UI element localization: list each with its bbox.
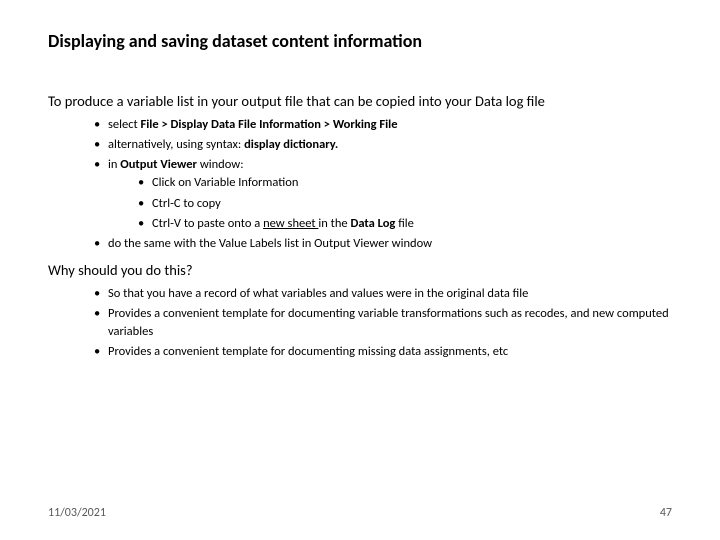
list-item: alternatively, using syntax: display dic… <box>94 136 672 154</box>
bullet-list-2: So that you have a record of what variab… <box>48 285 672 362</box>
text: in <box>108 157 120 172</box>
page-title: Displaying and saving dataset content in… <box>48 30 672 52</box>
text-underline: new sheet <box>263 216 318 231</box>
list-item: do the same with the Value Labels list i… <box>94 235 672 253</box>
text: window: <box>200 157 244 172</box>
footer-page-number: 47 <box>660 506 672 520</box>
list-item: Click on Variable Information <box>138 174 672 192</box>
text: in the <box>318 216 350 231</box>
list-item: Ctrl-V to paste onto a new sheet in the … <box>138 215 672 233</box>
text-bold: Data Log <box>350 216 398 231</box>
list-item: Provides a convenient template for docum… <box>94 343 672 361</box>
list-item: So that you have a record of what variab… <box>94 285 672 303</box>
list-item: Ctrl-C to copy <box>138 195 672 213</box>
footer-date: 11/03/2021 <box>48 506 106 520</box>
text-bold: display dictionary. <box>244 137 338 152</box>
slide: Displaying and saving dataset content in… <box>0 0 720 540</box>
question-heading: Why should you do this? <box>48 261 672 279</box>
bullet-list-1: select File > Display Data File Informat… <box>48 116 672 253</box>
list-item: in Output Viewer window: Click on Variab… <box>94 156 672 233</box>
bullet-list-nested: Click on Variable Information Ctrl-C to … <box>108 174 672 232</box>
lead-paragraph: To produce a variable list in your outpu… <box>48 92 672 110</box>
text: alternatively, using syntax: <box>108 137 244 152</box>
list-item: Provides a convenient template for docum… <box>94 305 672 341</box>
text-bold: Output Viewer <box>120 157 200 172</box>
text: Ctrl-V to paste onto a <box>152 216 263 231</box>
text: file <box>398 216 414 231</box>
list-item: select File > Display Data File Informat… <box>94 116 672 134</box>
text: select <box>108 117 141 132</box>
text-bold: File > Display Data File Information > W… <box>141 117 398 132</box>
